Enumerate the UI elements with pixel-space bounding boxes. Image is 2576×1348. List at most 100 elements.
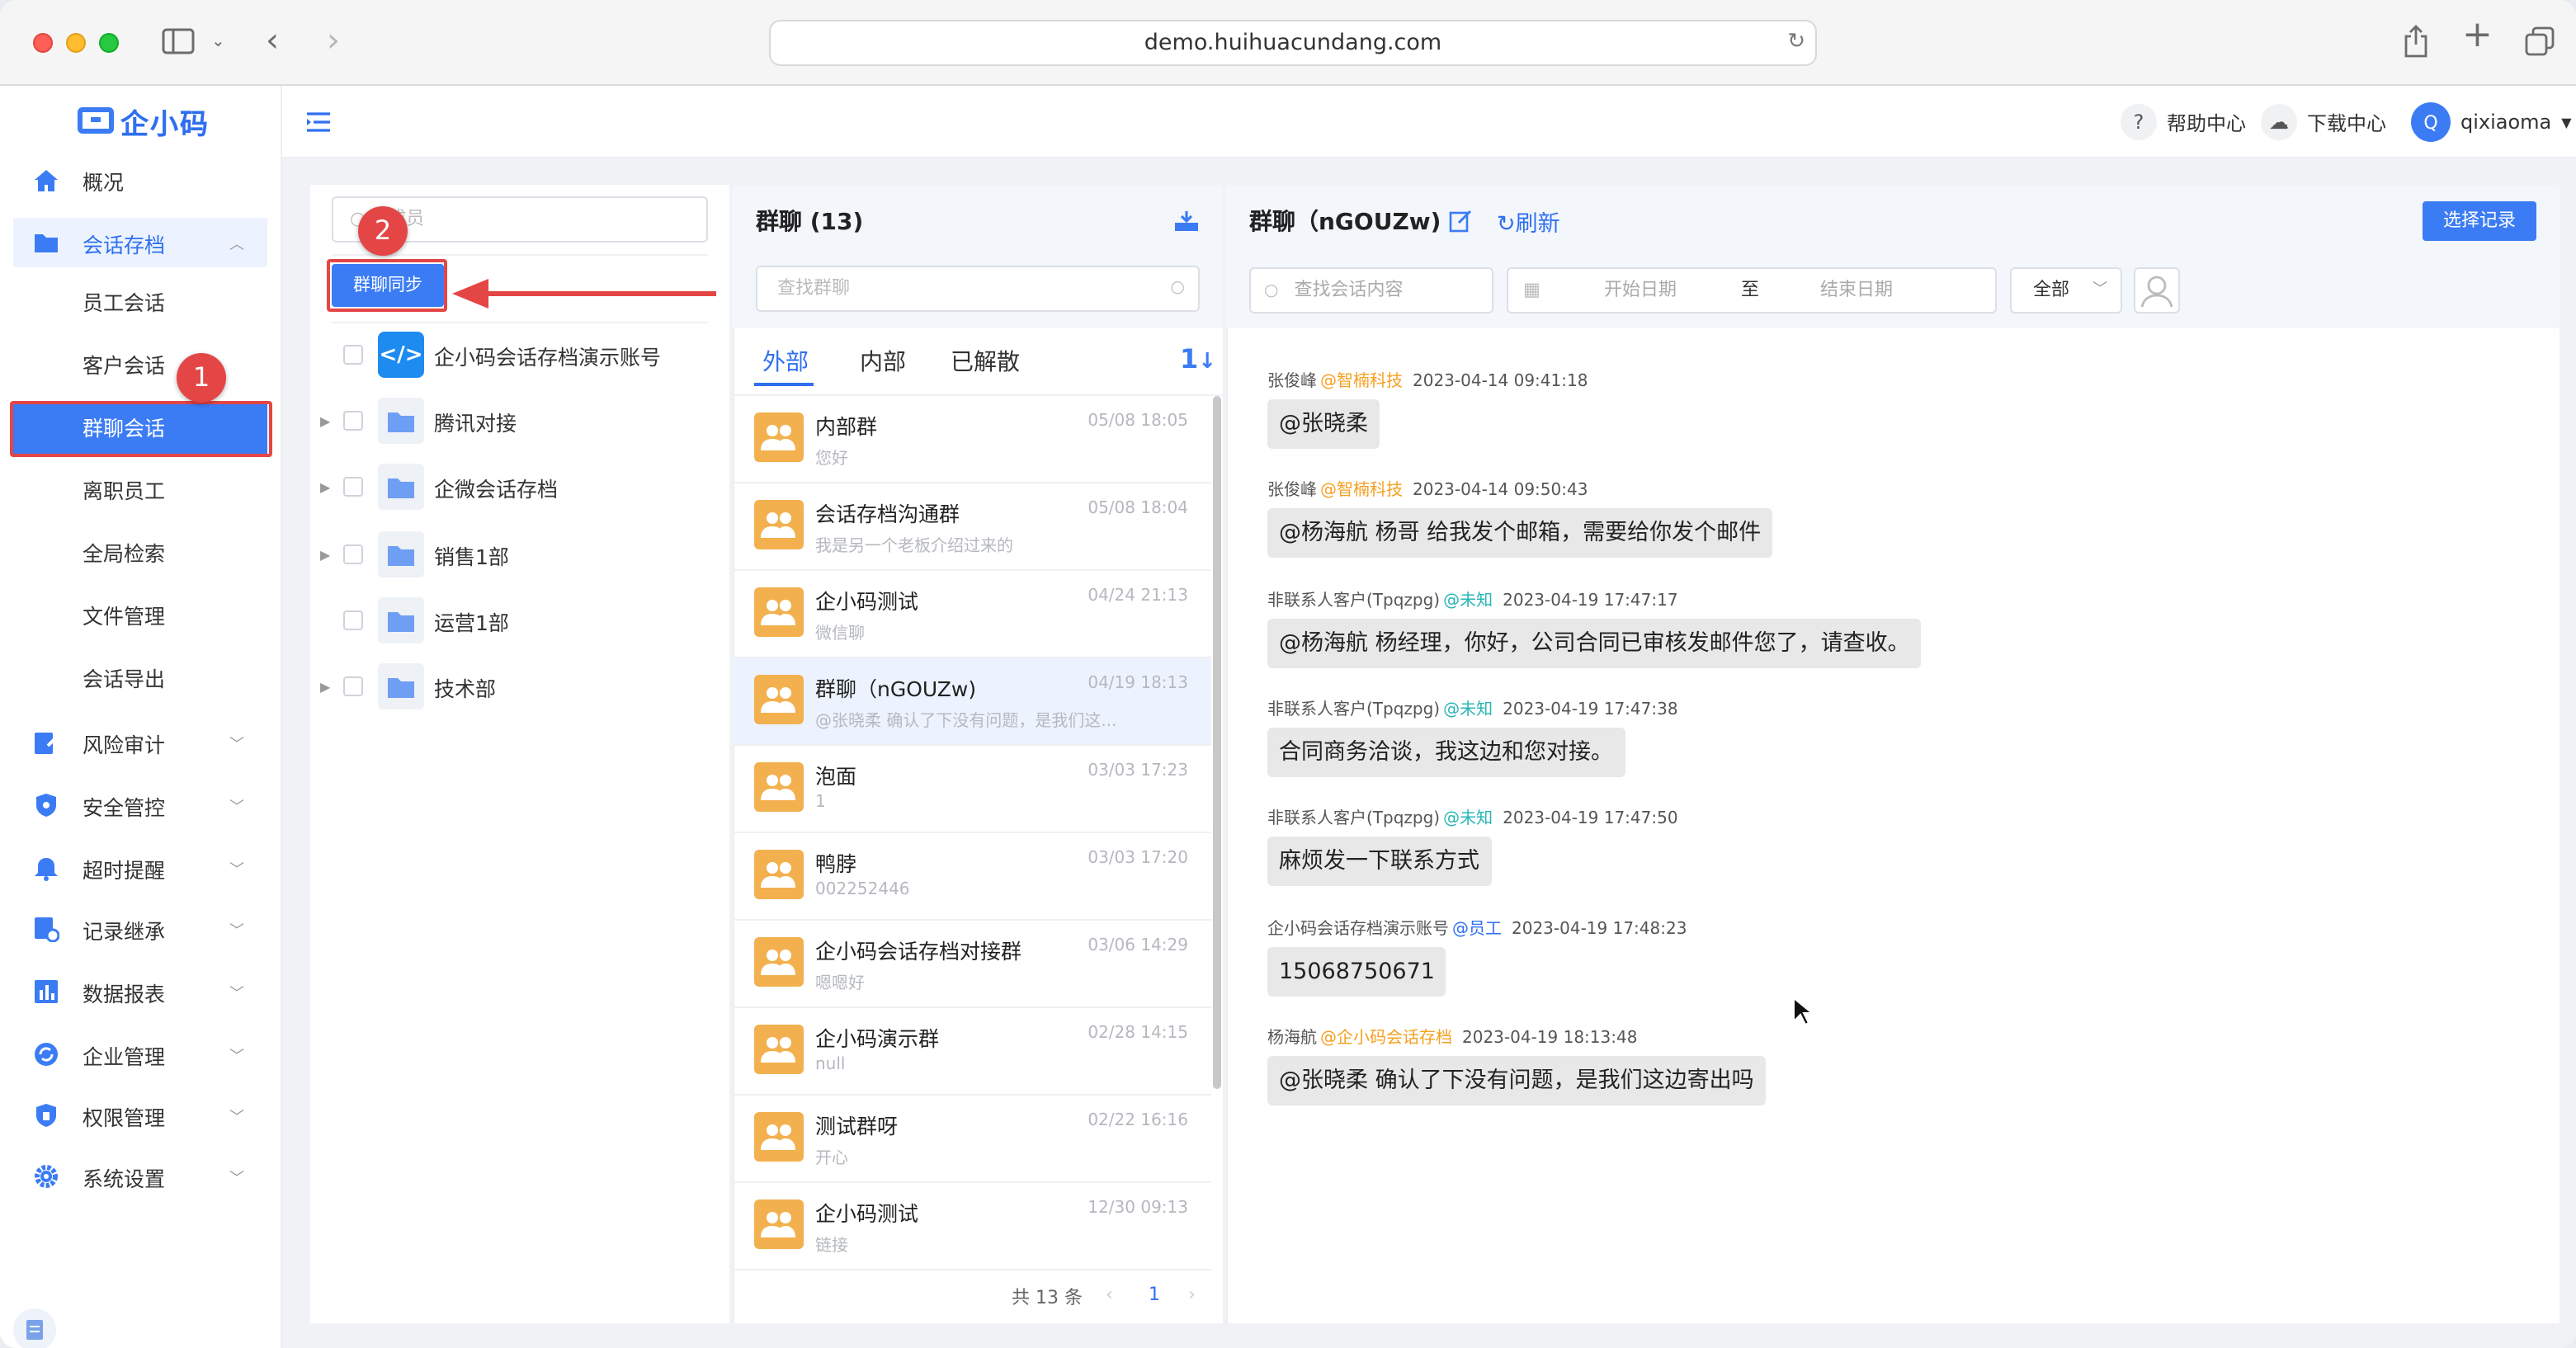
expand-arrow-icon[interactable]: ▶: [320, 479, 340, 494]
group-list-item[interactable]: 鸭脖 002252446 03/03 17:20: [733, 833, 1211, 921]
tree-node-wecom-archive[interactable]: ▶ 企微会话存档: [310, 454, 729, 520]
document-fab-button[interactable]: [13, 1308, 56, 1348]
tab-internal[interactable]: 内部: [860, 345, 906, 378]
sidebar-item-security[interactable]: 安全管控 ﹀: [13, 780, 267, 830]
sidebar-item-overview[interactable]: 概况: [13, 155, 267, 205]
group-list-item[interactable]: 企小码测试 微信聊 04/24 21:13: [733, 571, 1211, 658]
forward-icon[interactable]: ›: [327, 23, 340, 56]
message-bubble[interactable]: @杨海航 杨哥 给我发个邮箱，需要给你发个邮件: [1267, 508, 1773, 558]
sidebar-item-employee-chats[interactable]: 员工会话: [13, 279, 267, 328]
message-bubble[interactable]: 麻烦发一下联系方式: [1267, 837, 1491, 886]
user-menu[interactable]: Q qixiaoma ▼: [2411, 102, 2572, 142]
message-time: 2023-04-14 09:41:18: [1413, 373, 1588, 391]
group-search-placeholder: 查找群聊: [777, 277, 850, 299]
select-records-button[interactable]: 选择记录: [2423, 201, 2536, 241]
tab-overview-icon[interactable]: [2525, 26, 2555, 63]
group-list-item[interactable]: 企小码会话存档对接群 嗯嗯好 03/06 14:29: [733, 921, 1211, 1008]
app-logo[interactable]: 企小码: [78, 102, 210, 141]
tree-checkbox[interactable]: [343, 610, 363, 630]
expand-arrow-icon[interactable]: ▶: [320, 547, 340, 562]
edit-icon[interactable]: [1449, 208, 1472, 239]
tab-dissolved[interactable]: 已解散: [951, 345, 1020, 378]
address-bar[interactable]: demo.huihuacundang.com ↻: [769, 20, 1817, 66]
sidebar-item-archive[interactable]: 会话存档 ︿: [13, 218, 267, 267]
message-bubble[interactable]: 15068750671: [1267, 947, 1446, 997]
sort-stack-icon[interactable]: [1173, 208, 1200, 239]
group-list-item[interactable]: 泡面 1 03/03 17:23: [733, 746, 1211, 833]
sidebar-item-enterprise[interactable]: 企业管理 ﹀: [13, 1030, 267, 1079]
sidebar-item-file-management[interactable]: 文件管理: [13, 592, 267, 642]
expand-arrow-icon[interactable]: ▶: [320, 679, 340, 694]
group-list-scrollbar[interactable]: [1213, 396, 1221, 1089]
group-avatar-icon: [754, 500, 804, 549]
end-date-input[interactable]: 结束日期: [1820, 269, 1893, 312]
download-center-link[interactable]: ☁ 下载中心: [2261, 102, 2386, 142]
group-name: 测试群呀: [815, 1114, 899, 1138]
new-tab-icon[interactable]: +: [2462, 17, 2493, 54]
group-last-message: @张晓柔 确认了下没有问题，是我们这...: [815, 713, 1117, 731]
refresh-button[interactable]: ↻刷新: [1497, 205, 1560, 238]
group-list-item[interactable]: 企小码测试 链接 12/30 09:13: [733, 1183, 1211, 1270]
chat-search-input[interactable]: ○ 查找会话内容: [1249, 267, 1493, 313]
sidebar-item-chat-export[interactable]: 会话导出: [13, 655, 267, 705]
minimize-window-button[interactable]: [66, 33, 86, 53]
message-bubble[interactable]: @张晓柔: [1267, 399, 1380, 449]
message-filter-select[interactable]: 全部 ﹀: [2010, 267, 2122, 313]
sidebar-item-timeout-reminder[interactable]: 超时提醒 ﹀: [13, 843, 267, 893]
chevron-down-icon[interactable]: ⌄: [211, 28, 225, 58]
tab-external[interactable]: 外部: [762, 345, 809, 378]
group-list-item[interactable]: 测试群呀 开心 02/22 16:16: [733, 1096, 1211, 1183]
tree-checkbox[interactable]: [343, 544, 363, 564]
tree-checkbox[interactable]: [343, 477, 363, 497]
group-list-item[interactable]: 群聊（nGOUZw) @张晓柔 确认了下没有问题，是我们这... 04/19 18:…: [733, 658, 1211, 746]
menu-collapse-icon[interactable]: [305, 109, 332, 140]
group-list-item[interactable]: 会话存档沟通群 我是另一个老板介绍过来的 05/08 18:04: [733, 483, 1211, 571]
chevron-down-icon: ﹀: [229, 737, 244, 753]
sidebar-item-label: 数据报表: [83, 981, 166, 1006]
tree-node-tencent[interactable]: ▶ 腾讯对接: [310, 388, 729, 454]
share-icon[interactable]: [2403, 25, 2429, 64]
pagination-current-page[interactable]: 1: [1149, 1284, 1160, 1305]
prev-page-icon[interactable]: ‹: [1106, 1284, 1113, 1305]
tree-node-operations[interactable]: 运营1部: [310, 587, 729, 653]
message-bubble[interactable]: @张晓柔 确认了下没有问题，是我们这边寄出吗: [1267, 1056, 1766, 1105]
user-icon: [2140, 276, 2173, 308]
tree-node-tech[interactable]: ▶ 技术部: [310, 653, 729, 719]
sort-order-icon[interactable]: 1↓: [1180, 343, 1216, 375]
sidebar-item-reports[interactable]: 数据报表 ﹀: [13, 967, 267, 1016]
sidebar-item-departed-staff[interactable]: 离职员工: [13, 467, 267, 516]
sidebar-item-permissions[interactable]: 权限管理 ﹀: [13, 1091, 267, 1140]
group-list-item[interactable]: 企小码演示群 null 02/28 14:15: [733, 1008, 1211, 1096]
reload-icon[interactable]: ↻: [1787, 21, 1805, 64]
back-icon[interactable]: ‹: [266, 23, 279, 56]
code-app-icon: </>: [378, 332, 424, 378]
maximize-window-button[interactable]: [99, 33, 119, 53]
group-avatar-icon: [754, 675, 804, 724]
tree-node-sales[interactable]: ▶ 销售1部: [310, 521, 729, 587]
sidebar-item-risk-audit[interactable]: 风险审计 ﹀: [13, 718, 267, 767]
chevron-down-icon: ﹀: [229, 923, 244, 940]
sidebar-item-system-settings[interactable]: 系统设置 ﹀: [13, 1152, 267, 1201]
member-filter-button[interactable]: [2134, 267, 2180, 313]
expand-arrow-icon[interactable]: ▶: [320, 413, 340, 428]
message-sender-tag: @未知: [1443, 810, 1493, 828]
mouse-cursor-icon: [1793, 997, 1812, 1026]
message-bubble[interactable]: @杨海航 杨经理，你好，公司合同已审核发邮件您了，请查收。: [1267, 619, 1922, 668]
sidebar-item-global-search[interactable]: 全局检索: [13, 530, 267, 579]
tree-checkbox[interactable]: [343, 411, 363, 431]
sidebar-item-record-inherit[interactable]: 记录继承 ﹀: [13, 904, 267, 954]
shield-lock-icon: [33, 1102, 59, 1129]
tree-node-demo-account[interactable]: </> 企小码会话存档演示账号: [310, 322, 729, 388]
next-page-icon[interactable]: ›: [1188, 1284, 1196, 1305]
date-range-picker[interactable]: ▦ 开始日期 至 结束日期: [1507, 267, 1997, 313]
sidebar-item-customer-chats[interactable]: 客户会话: [13, 342, 267, 391]
sidebar-toggle-icon[interactable]: [162, 28, 195, 61]
tree-checkbox[interactable]: [343, 345, 363, 365]
help-center-link[interactable]: ? 帮助中心: [2121, 102, 2246, 142]
tree-checkbox[interactable]: [343, 676, 363, 696]
group-search-input[interactable]: 查找群聊 ○: [756, 266, 1200, 312]
close-window-button[interactable]: [33, 33, 53, 53]
message-bubble[interactable]: 合同商务洽谈，我这边和您对接。: [1267, 728, 1625, 777]
group-list-item[interactable]: 内部群 您好 05/08 18:05: [733, 396, 1211, 483]
start-date-input[interactable]: 开始日期: [1604, 269, 1677, 312]
